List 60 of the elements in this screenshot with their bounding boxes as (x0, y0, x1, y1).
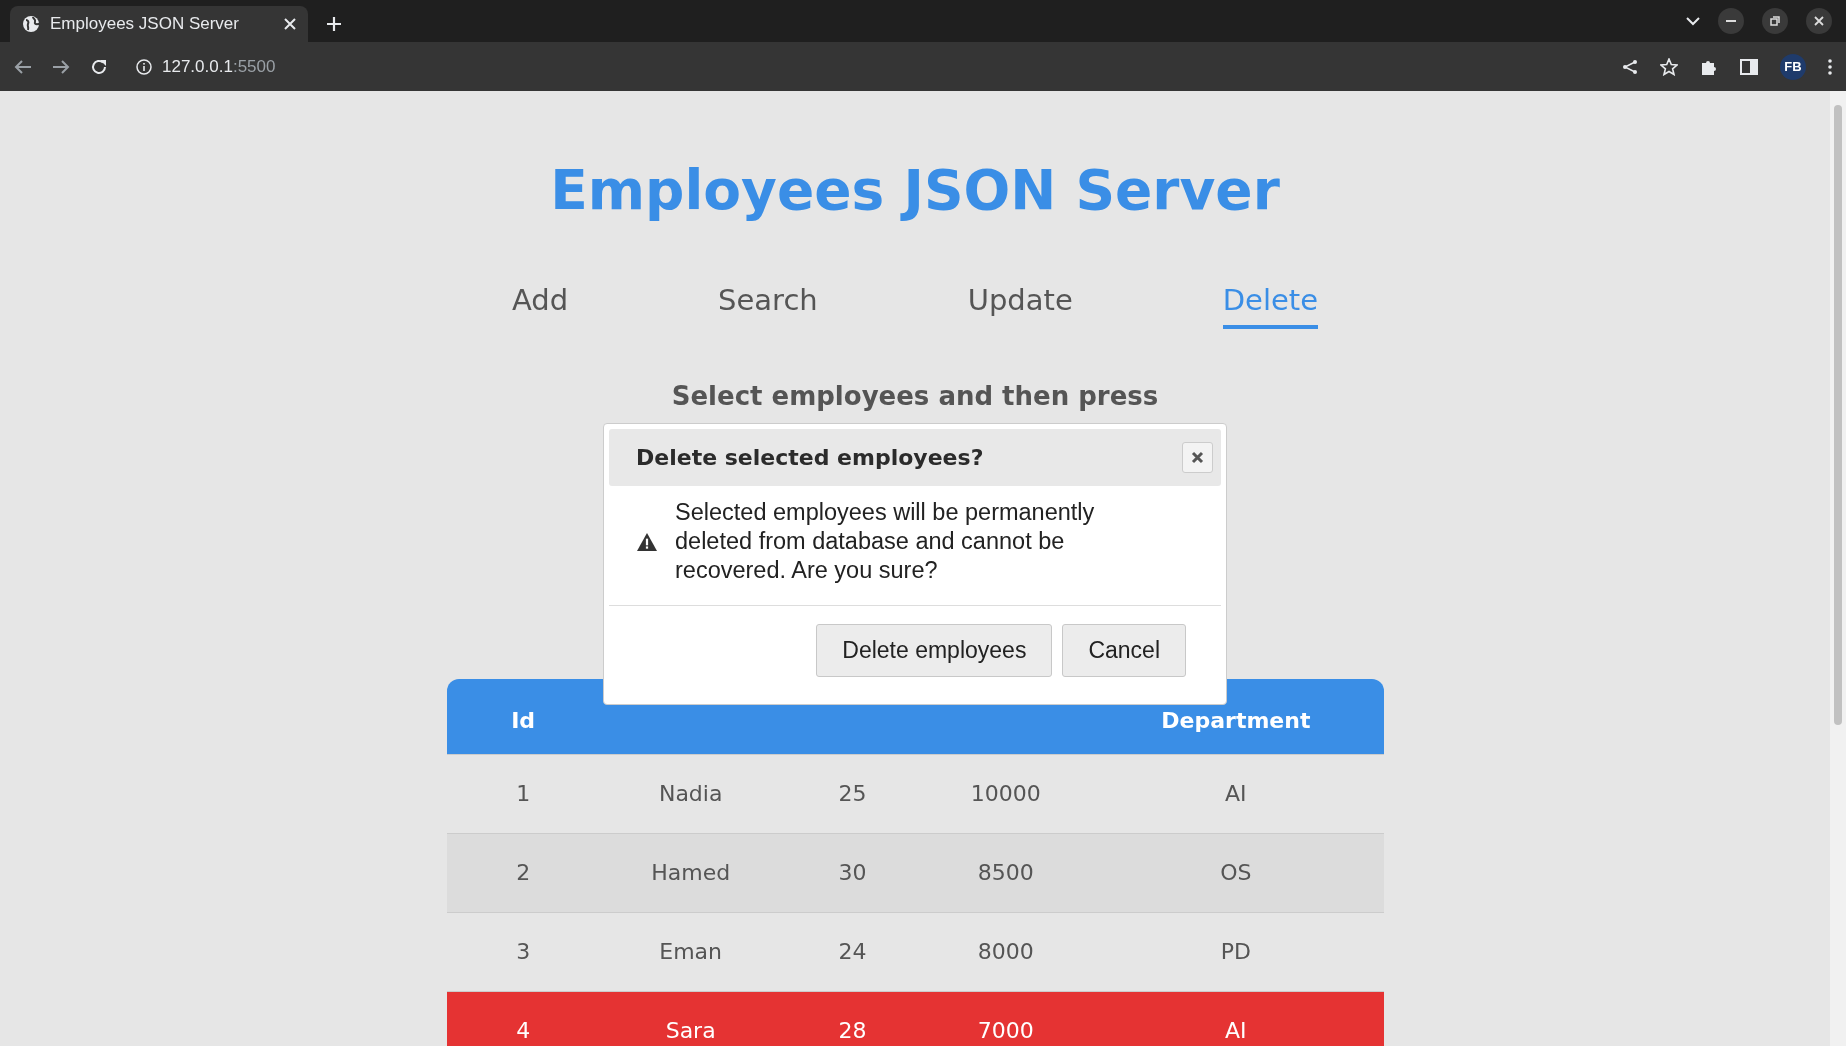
browser-tab[interactable]: Employees JSON Server (10, 6, 308, 42)
star-icon[interactable] (1660, 57, 1678, 76)
table-cell: 28 (781, 991, 924, 1046)
instruction-text: Select employees and then press (671, 380, 1159, 413)
table-row[interactable]: 3 Eman 24 8000 PD (446, 912, 1384, 991)
table-cell: 7000 (923, 991, 1089, 1046)
back-icon[interactable] (14, 58, 32, 75)
table-cell: Hamed (599, 833, 782, 912)
close-icon[interactable] (284, 18, 296, 30)
table-cell: 2 (446, 833, 600, 912)
column-header: Id (446, 679, 600, 754)
table-row[interactable]: 2 Hamed 30 8500 OS (446, 833, 1384, 912)
close-window-button[interactable] (1806, 8, 1832, 34)
side-panel-icon[interactable] (1740, 58, 1758, 75)
page-title: Employees JSON Server (550, 157, 1280, 224)
share-icon[interactable] (1622, 58, 1638, 75)
dialog-message: Selected employees will be permanently deleted from database and cannot be recovered. Are you sure? (675, 498, 1096, 585)
table-cell: 8500 (923, 833, 1089, 912)
table-cell: 3 (446, 912, 600, 991)
menu-icon[interactable] (1828, 58, 1832, 75)
close-icon (1191, 451, 1204, 464)
table-cell: AI (1088, 754, 1384, 833)
minimize-button[interactable] (1718, 8, 1744, 34)
table-cell: PD (1088, 912, 1384, 991)
table-cell: 4 (446, 991, 600, 1046)
info-icon[interactable] (136, 58, 152, 75)
table-cell: 10000 (923, 754, 1089, 833)
address-bar[interactable]: 127.0.0.1:5500 (136, 56, 276, 77)
table-cell: Eman (599, 912, 782, 991)
close-button[interactable] (1182, 442, 1213, 473)
table-cell: 8000 (923, 912, 1089, 991)
table-cell: 30 (781, 833, 924, 912)
new-tab-icon[interactable] (326, 16, 342, 32)
restore-button[interactable] (1762, 8, 1788, 34)
table-cell: 24 (781, 912, 924, 991)
nav-tab[interactable]: Update (967, 281, 1073, 329)
restore-icon (1770, 16, 1780, 26)
minimize-icon (1726, 20, 1736, 22)
cancel-button[interactable]: Cancel (1062, 624, 1186, 677)
table-cell: AI (1088, 991, 1384, 1046)
delete-button[interactable]: Delete employees (816, 624, 1053, 677)
nav-tab[interactable]: Add (511, 281, 569, 329)
table-cell: Sara (599, 991, 782, 1046)
table-cell: 25 (781, 754, 924, 833)
table-row[interactable]: 4 Sara 28 7000 AI (446, 991, 1384, 1046)
table-cell: 1 (446, 754, 600, 833)
warning-icon (637, 532, 657, 551)
table-cell: OS (1088, 833, 1384, 912)
close-icon (1814, 16, 1824, 26)
nav-tab[interactable]: Search (718, 281, 818, 329)
globe-icon (22, 15, 40, 33)
tab-title: Employees JSON Server (50, 14, 240, 34)
dialog-title: Delete selected employees? (636, 445, 985, 470)
profile-avatar[interactable]: FB (1780, 53, 1806, 80)
reload-icon[interactable] (90, 57, 108, 76)
chevron-down-icon[interactable] (1686, 16, 1700, 26)
forward-icon[interactable] (52, 58, 70, 75)
table-row[interactable]: 1 Nadia 25 10000 AI (446, 754, 1384, 833)
scrollbar[interactable] (1830, 91, 1846, 1046)
table-cell: Nadia (599, 754, 782, 833)
